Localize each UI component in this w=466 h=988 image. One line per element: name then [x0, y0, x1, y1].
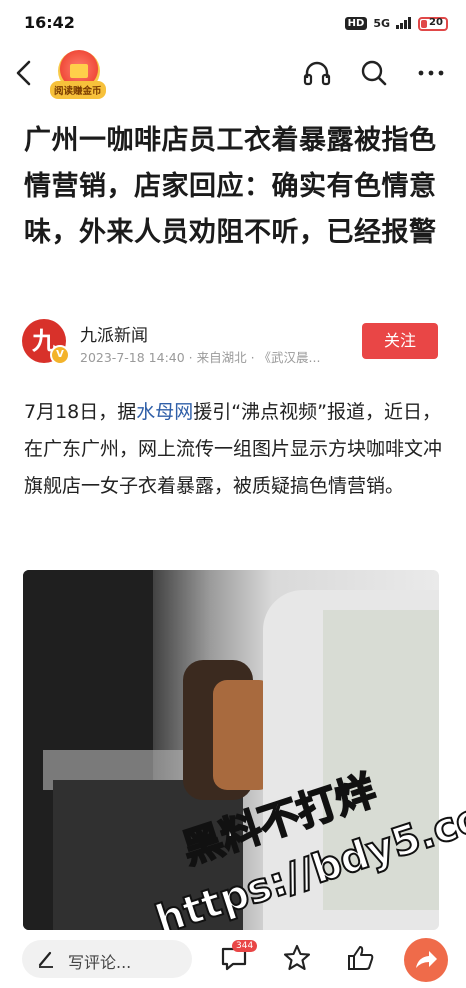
thumbs-up-icon	[348, 946, 374, 970]
star-icon	[283, 944, 311, 971]
headphones-icon	[303, 61, 331, 86]
reward-label: 阅读赚金币	[50, 81, 106, 99]
share-button[interactable]	[404, 938, 448, 982]
comment-input[interactable]: 写评论...	[22, 940, 192, 978]
favorite-button[interactable]	[281, 942, 313, 974]
article-paragraph: 7月18日，据水母网援引“沸点视频”报道，近日，在广东广州，网上流传一组图片显示…	[24, 394, 444, 505]
more-button[interactable]	[416, 58, 446, 88]
battery-icon: 20	[418, 16, 448, 31]
share-arrow-icon	[416, 951, 437, 968]
pen-icon	[38, 951, 53, 968]
listen-button[interactable]	[302, 58, 332, 88]
signal-bars-icon	[396, 14, 412, 33]
bottom-action-bar: 写评论... 344	[0, 930, 466, 988]
follow-button[interactable]: 关注	[362, 323, 438, 359]
signal-icon: 5G	[373, 17, 390, 30]
article-title: 广州一咖啡店员工衣着暴露被指色情营销，店家回应：确实有色情意味，外来人员劝阻不听…	[24, 125, 437, 248]
chevron-left-icon	[16, 60, 31, 86]
like-button[interactable]	[345, 942, 377, 974]
search-button[interactable]	[359, 58, 389, 88]
reward-coin-button[interactable]: 阅读赚金币	[50, 50, 110, 106]
back-button[interactable]	[10, 56, 40, 90]
author-name[interactable]: 九派新闻	[80, 321, 148, 346]
verified-badge-icon: V	[50, 345, 70, 365]
battery-level: 20	[429, 16, 443, 28]
comment-placeholder: 写评论...	[68, 953, 132, 972]
top-nav: 阅读赚金币	[0, 46, 466, 106]
hd-icon: HD	[344, 17, 368, 30]
paragraph-text-1: 7月18日，据	[24, 401, 137, 423]
author-meta: 2023-7-18 14:40 · 来自湖北 · 《武汉晨...	[80, 350, 321, 365]
comment-count-badge: 344	[232, 940, 258, 952]
more-dots-icon	[418, 70, 444, 76]
status-time: 16:42	[24, 13, 75, 32]
status-bar: 16:42 HD 5G 20	[0, 0, 466, 46]
status-icons: HD 5G 20	[344, 14, 448, 33]
search-icon	[361, 60, 387, 86]
source-link[interactable]: 水母网	[136, 401, 193, 423]
